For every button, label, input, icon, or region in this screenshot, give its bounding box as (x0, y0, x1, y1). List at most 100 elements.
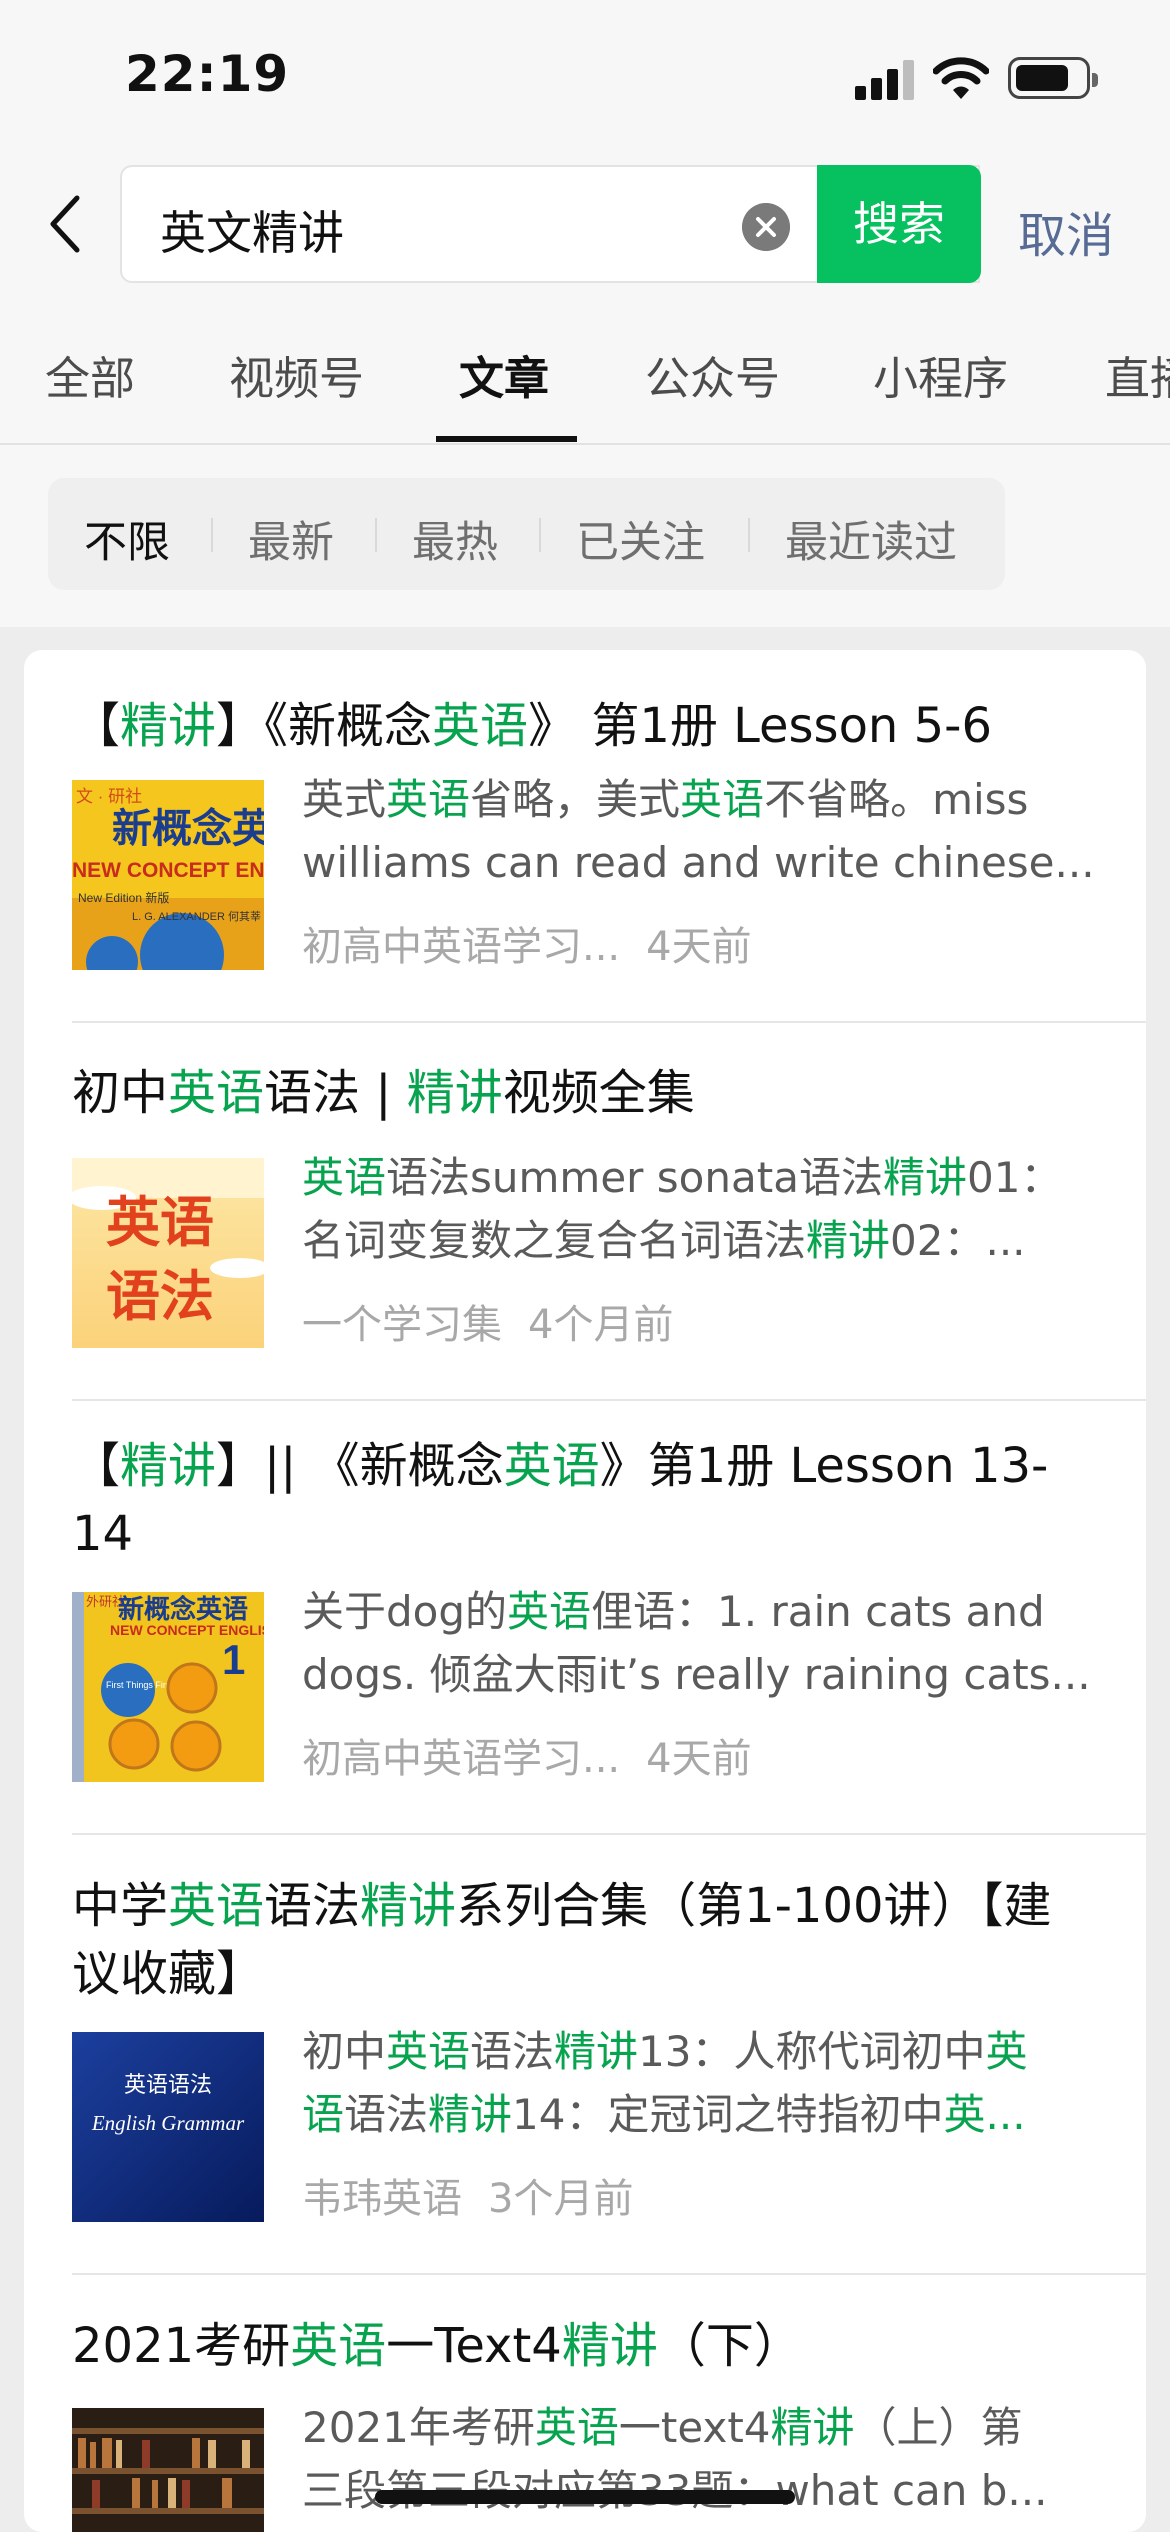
text-segment: 初中 (302, 2027, 387, 2076)
text-segment: 关于dog的 (302, 1587, 508, 1636)
filter-all[interactable]: 不限 (84, 508, 170, 570)
result-source[interactable]: 初高中英语学习... (302, 1736, 620, 1782)
tab-live[interactable]: 直播 (1105, 342, 1170, 407)
active-tab-indicator (436, 436, 577, 442)
thumb-title-text: 新概念英 (112, 806, 264, 852)
thumb-english-grammar: 英语 语法 (72, 1158, 264, 1348)
result-title[interactable]: 初中英语语法 | 精讲视频全集 (72, 1059, 1092, 1127)
keyword-highlight: 精讲 (428, 2090, 513, 2139)
thumb-bookshelf (72, 2408, 264, 2532)
thumb-new-concept-english-1: 外研社 新概念英语 NEW CONCEPT ENGLISH 1 First Th… (72, 1592, 264, 1782)
filter-separator (375, 518, 377, 552)
tab-all[interactable]: 全部 (45, 342, 135, 407)
keyword-highlight: 英语 (168, 1878, 265, 1934)
filter-recently-read[interactable]: 最近读过 (785, 508, 957, 570)
keyword-highlight: 英语 (507, 1587, 592, 1636)
text-segment: 13：人称代词初中 (638, 2027, 986, 2076)
result-meta: 初高中英语学习... 4天前 (302, 914, 752, 972)
status-time: 22:19 (125, 45, 290, 103)
text-segment: 语法 (264, 1878, 361, 1934)
text-segment: 语法 (344, 2090, 429, 2139)
result-source[interactable]: 韦玮英语 (302, 2176, 462, 2222)
text-segment: （上）第 (854, 2403, 1023, 2452)
clear-icon[interactable] (742, 203, 790, 251)
back-chevron-icon[interactable] (45, 192, 85, 256)
tab-official-accounts[interactable]: 公众号 (645, 342, 780, 407)
text-segment: 【 (72, 698, 121, 754)
tab-articles[interactable]: 文章 (459, 342, 549, 407)
text-segment: 2021年考研 (302, 2403, 535, 2452)
result-description: 初中英语语法精讲13：人称代词初中英 语语法精讲14：定冠词之特指初中英... (302, 2020, 1102, 2146)
thumb-author-text: L. G. ALEXANDER 何其莘 著 (132, 909, 264, 923)
keyword-highlight: 英语 (432, 698, 529, 754)
result-divider (72, 1833, 1146, 1835)
text-segment: 一text4 (618, 2403, 771, 2452)
tab-bar: 全部 视频号 文章 公众号 小程序 直播 (0, 330, 1170, 445)
keyword-highlight: 英语 (386, 2027, 471, 2076)
keyword-highlight: 英 (985, 2027, 1028, 2076)
home-indicator (375, 2490, 795, 2504)
status-bar: 22:19 (0, 0, 1170, 150)
filter-hottest[interactable]: 最热 (412, 508, 498, 570)
text-segment: 】《新概念 (216, 698, 433, 754)
thumb-line1: 英语语法 (124, 2073, 212, 2098)
filter-latest[interactable]: 最新 (248, 508, 334, 570)
result-time: 4天前 (646, 1736, 752, 1782)
text-segment: 中学 (72, 1878, 169, 1934)
result-title[interactable]: 2021考研英语一Text4精讲（下） (72, 2312, 1092, 2380)
cellular-signal-icon (855, 58, 917, 100)
keyword-highlight: 精讲 (360, 1878, 457, 1934)
filter-separator (211, 518, 213, 552)
keyword-highlight: 英... (943, 2090, 1026, 2139)
tab-divider (0, 443, 1170, 445)
battery-icon (1008, 57, 1098, 99)
thumb-line2: 语法 (106, 1265, 214, 1328)
text-segment: 英式 (302, 775, 387, 824)
result-description: 英式英语省略，美式英语不省略。miss williams can read an… (302, 768, 1102, 894)
text-segment: 一Text4 (386, 2318, 562, 2374)
text-segment: 不省略。miss (764, 775, 1029, 824)
search-query[interactable]: 英文精讲 (160, 197, 344, 263)
text-segment: 语法summer sonata语法 (386, 1153, 883, 1202)
result-title[interactable]: 中学英语语法精讲系列合集（第1-100讲）【建议收藏】 (72, 1872, 1092, 2008)
result-time: 4天前 (646, 924, 752, 970)
result-description: 关于dog的英语俚语：1. rain cats and dogs. 倾盆大雨it… (302, 1580, 1102, 1706)
cancel-button[interactable]: 取消 (1018, 196, 1114, 266)
keyword-highlight: 英语 (680, 775, 765, 824)
result-title[interactable]: 【精讲】《新概念英语》 第1册 Lesson 5-6 (72, 692, 1092, 760)
text-segment: 省略，美式 (470, 775, 681, 824)
text-segment: 01： (966, 1153, 1063, 1202)
text-segment: 俚语：1. rain cats and (591, 1587, 1045, 1636)
result-time: 3个月前 (488, 2176, 634, 2222)
text-segment: 】|| 《新概念 (216, 1438, 504, 1494)
text-segment: 14：定冠词之特指初中 (512, 2090, 944, 2139)
results-card: 【精讲】《新概念英语》 第1册 Lesson 5-6 文 · 研社 新概念英 N… (24, 650, 1146, 2532)
text-segment: （下） (657, 2318, 802, 2374)
tab-channels[interactable]: 视频号 (229, 342, 364, 407)
keyword-highlight: 英语 (302, 1153, 387, 1202)
tab-mini-programs[interactable]: 小程序 (873, 342, 1008, 407)
search-button[interactable]: 搜索 (817, 165, 981, 283)
thumb-corner-text: 文 · 研社 (76, 787, 142, 806)
keyword-highlight: 精讲 (806, 1216, 891, 1265)
text-segment: 》 第1册 Lesson 5-6 (528, 698, 993, 754)
thumb-subtitle-text: NEW CONCEPT ENGLISH (72, 859, 264, 882)
result-meta: 初高中英语学习... 4天前 (302, 1726, 752, 1784)
result-divider (72, 1399, 1146, 1401)
keyword-highlight: 精讲 (770, 2403, 855, 2452)
keyword-highlight: 英语 (290, 2318, 387, 2374)
keyword-highlight: 精讲 (120, 1438, 217, 1494)
result-meta: 韦玮英语 3个月前 (302, 2166, 633, 2224)
filter-followed[interactable]: 已关注 (576, 508, 705, 570)
text-segment: 初中 (72, 1065, 169, 1121)
filter-bar: 不限 最新 最热 已关注 最近读过 (48, 478, 1005, 590)
result-source[interactable]: 初高中英语学习... (302, 924, 620, 970)
result-source[interactable]: 一个学习集 (302, 1302, 502, 1348)
text-segment: 语法 (470, 2027, 555, 2076)
text-segment: 名词变复数之复合名词语法 (302, 1216, 807, 1265)
result-title[interactable]: 【精讲】|| 《新概念英语》第1册 Lesson 13-14 (72, 1432, 1092, 1568)
keyword-highlight: 语 (302, 2090, 345, 2139)
result-description: 英语语法summer sonata语法精讲01： 名词变复数之复合名词语法精讲0… (302, 1146, 1102, 1272)
thumb-english-grammar-blue: 英语语法 English Grammar (72, 2032, 264, 2222)
keyword-highlight: 精讲 (561, 2318, 658, 2374)
